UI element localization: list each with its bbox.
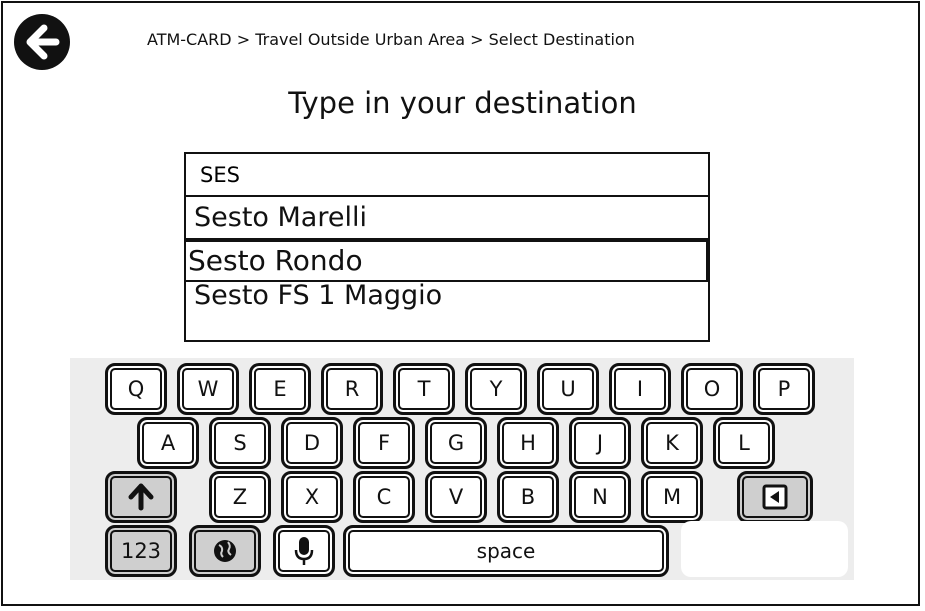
page-title: Type in your destination — [288, 86, 637, 120]
backspace-key[interactable] — [737, 471, 813, 523]
key-a[interactable]: A — [137, 417, 199, 469]
globe-key[interactable] — [189, 525, 261, 577]
key-i[interactable]: I — [609, 363, 671, 415]
key-z[interactable]: Z — [209, 471, 271, 523]
shift-key[interactable] — [105, 471, 177, 523]
key-n[interactable]: N — [569, 471, 631, 523]
key-g[interactable]: G — [425, 417, 487, 469]
microphone-icon — [294, 537, 314, 565]
breadcrumb: ATM-CARD > Travel Outside Urban Area > S… — [147, 30, 635, 49]
numbers-key[interactable]: 123 — [105, 525, 177, 577]
arrow-left-circle-icon — [26, 24, 60, 60]
key-m[interactable]: M — [641, 471, 703, 523]
back-button[interactable] — [14, 14, 70, 70]
key-w[interactable]: W — [177, 363, 239, 415]
on-screen-keyboard: Q W E R T Y U I O P A S D F G H J K L Z … — [70, 358, 854, 580]
arrow-up-icon — [128, 483, 154, 511]
key-k[interactable]: K — [641, 417, 703, 469]
microphone-key[interactable] — [273, 525, 335, 577]
key-o[interactable]: O — [681, 363, 743, 415]
key-l[interactable]: L — [713, 417, 775, 469]
space-key[interactable]: space — [343, 525, 669, 577]
suggestion-list: Sesto Marelli Sesto Rondo Sesto FS 1 Mag… — [184, 197, 710, 342]
key-y[interactable]: Y — [465, 363, 527, 415]
suggestion-item[interactable]: Sesto FS 1 Maggio — [186, 281, 708, 317]
key-q[interactable]: Q — [105, 363, 167, 415]
key-h[interactable]: H — [497, 417, 559, 469]
key-j[interactable]: J — [569, 417, 631, 469]
key-v[interactable]: V — [425, 471, 487, 523]
key-p[interactable]: P — [753, 363, 815, 415]
blank-key[interactable] — [681, 521, 848, 577]
key-f[interactable]: F — [353, 417, 415, 469]
key-t[interactable]: T — [393, 363, 455, 415]
destination-search-input[interactable] — [184, 152, 710, 197]
suggestion-item[interactable]: Sesto Marelli — [186, 197, 708, 240]
key-e[interactable]: E — [249, 363, 311, 415]
backspace-icon — [762, 484, 788, 510]
key-u[interactable]: U — [537, 363, 599, 415]
key-c[interactable]: C — [353, 471, 415, 523]
key-d[interactable]: D — [281, 417, 343, 469]
key-x[interactable]: X — [281, 471, 343, 523]
suggestion-item-highlighted[interactable]: Sesto Rondo — [186, 240, 708, 282]
key-b[interactable]: B — [497, 471, 559, 523]
globe-icon — [214, 540, 236, 562]
key-r[interactable]: R — [321, 363, 383, 415]
key-s[interactable]: S — [209, 417, 271, 469]
